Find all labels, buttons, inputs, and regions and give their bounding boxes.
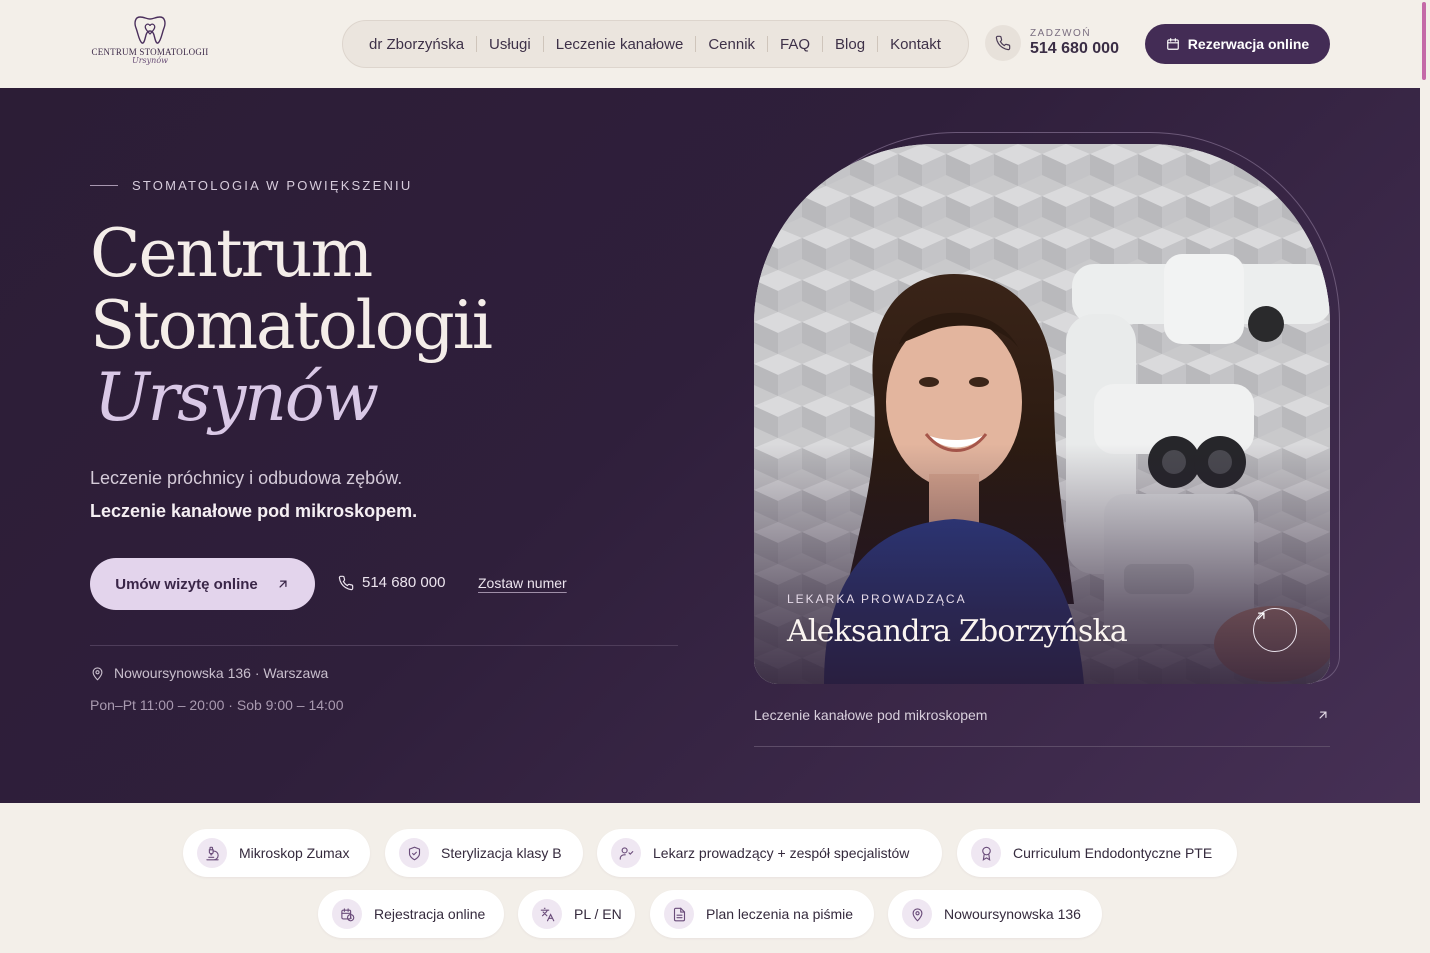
doctor-profile-button[interactable] [1253, 608, 1297, 652]
feature-label: Mikroskop Zumax [239, 845, 350, 861]
feature-address: Nowoursynowska 136 [888, 890, 1102, 938]
nav-item-pricing[interactable]: Cennik [696, 36, 767, 53]
book-visit-button[interactable]: Umów wizytę online [90, 558, 315, 610]
leave-number-link[interactable]: Zostaw numer [478, 575, 567, 591]
map-pin-icon [902, 899, 932, 929]
nav-item-root-canal[interactable]: Leczenie kanałowe [544, 36, 696, 53]
hero-title-line-1: Centrum [90, 215, 373, 292]
root-canal-link[interactable]: Leczenie kanałowe pod mikroskopem [754, 707, 1330, 723]
calendar-icon [1166, 38, 1179, 50]
reserve-online-label: Rezerwacja online [1187, 36, 1310, 52]
hero-eyebrow: STOMATOLOGIA W POWIĘKSZENIU [90, 178, 412, 193]
root-canal-link-text: Leczenie kanałowe pod mikroskopem [754, 707, 988, 723]
call-number[interactable]: 514 680 000 [1030, 40, 1119, 58]
feature-online-registration: Rejestracja online [318, 890, 504, 938]
scrollbar-thumb[interactable] [1422, 2, 1426, 80]
arrow-up-right-icon [1257, 612, 1265, 620]
phone-icon [985, 25, 1021, 61]
feature-label: Curriculum Endodontyczne PTE [1013, 845, 1213, 861]
opening-hours: Pon–Pt 11:00 – 20:00 · Sob 9:00 – 14:00 [90, 697, 344, 713]
nav-item-services[interactable]: Usługi [477, 36, 543, 53]
hero-section: STOMATOLOGIA W POWIĘKSZENIU Centrum Stom… [0, 88, 1420, 803]
clinic-logo[interactable]: CENTRUM STOMATOLOGII Ursynów [88, 14, 212, 72]
hero-title-line-2: Stomatologii [90, 287, 493, 364]
hero-title-line-3: Ursynów [94, 359, 379, 436]
nav-item-contact[interactable]: Kontakt [878, 36, 953, 53]
translate-icon [532, 899, 562, 929]
doctor-role: LEKARKA PROWADZĄCA [787, 592, 967, 606]
site-header: CENTRUM STOMATOLOGII Ursynów dr Zborzyńs… [0, 0, 1420, 88]
feature-languages: PL / EN [518, 890, 635, 938]
hero-phone-link[interactable]: 514 680 000 [338, 574, 445, 591]
hero-phone-number: 514 680 000 [362, 574, 446, 591]
hero-subtitle-1: Leczenie próchnicy i odbudowa zębów. [90, 468, 403, 488]
doctor-photo-card[interactable]: LEKARKA PROWADZĄCA Aleksandra Zborzyńska [754, 144, 1330, 684]
feature-microscope: Mikroskop Zumax [183, 829, 370, 877]
caption-divider [754, 746, 1330, 747]
main-nav: dr Zborzyńska Usługi Leczenie kanałowe C… [342, 20, 969, 68]
document-icon [664, 899, 694, 929]
map-pin-icon [92, 666, 103, 681]
feature-label: Sterylizacja klasy B [441, 845, 562, 861]
feature-label: Plan leczenia na piśmie [706, 906, 854, 922]
shield-check-icon [399, 838, 429, 868]
feature-curriculum: Curriculum Endodontyczne PTE [957, 829, 1237, 877]
call-label: ZADZWOŃ [1030, 28, 1092, 39]
feature-written-plan: Plan leczenia na piśmie [650, 890, 874, 938]
hero-address: Nowoursynowska 136 · Warszawa [90, 665, 328, 681]
microscope-icon [197, 838, 227, 868]
hero-address-text: Nowoursynowska 136 · Warszawa [114, 665, 329, 681]
phone-icon [338, 575, 354, 590]
feature-label: PL / EN [574, 906, 622, 922]
tooth-heart-logo-icon [134, 16, 166, 44]
arrow-up-right-icon [1319, 711, 1327, 719]
feature-sterilization: Sterylizacja klasy B [385, 829, 583, 877]
eyebrow-text: STOMATOLOGIA W POWIĘKSZENIU [132, 178, 413, 193]
feature-label: Rejestracja online [374, 906, 486, 922]
doctor-name: Aleksandra Zborzyńska [787, 614, 1128, 649]
nav-item-faq[interactable]: FAQ [768, 36, 822, 53]
feature-label: Lekarz prowadzący + zespół specjalistów [653, 845, 910, 861]
header-call[interactable]: ZADZWOŃ 514 680 000 [985, 25, 1119, 61]
book-visit-label: Umów wizytę online [115, 575, 258, 593]
logo-script: Ursynów [131, 56, 168, 65]
reserve-online-button[interactable]: Rezerwacja online [1145, 24, 1330, 64]
hero-subtitle-2: Leczenie kanałowe pod mikroskopem. [90, 501, 418, 521]
feature-lead-doctor: Lekarz prowadzący + zespół specjalistów [597, 829, 942, 877]
user-check-icon [611, 838, 641, 868]
arrow-up-right-icon [279, 580, 287, 588]
eyebrow-line [90, 185, 118, 186]
hero-divider [90, 645, 678, 646]
nav-item-doctor[interactable]: dr Zborzyńska [357, 36, 476, 53]
calendar-clock-icon [332, 899, 362, 929]
nav-item-blog[interactable]: Blog [823, 36, 877, 53]
feature-label: Nowoursynowska 136 [944, 906, 1081, 922]
hero-title: Centrum Stomatologii Ursynów [90, 215, 493, 436]
award-icon [971, 838, 1001, 868]
